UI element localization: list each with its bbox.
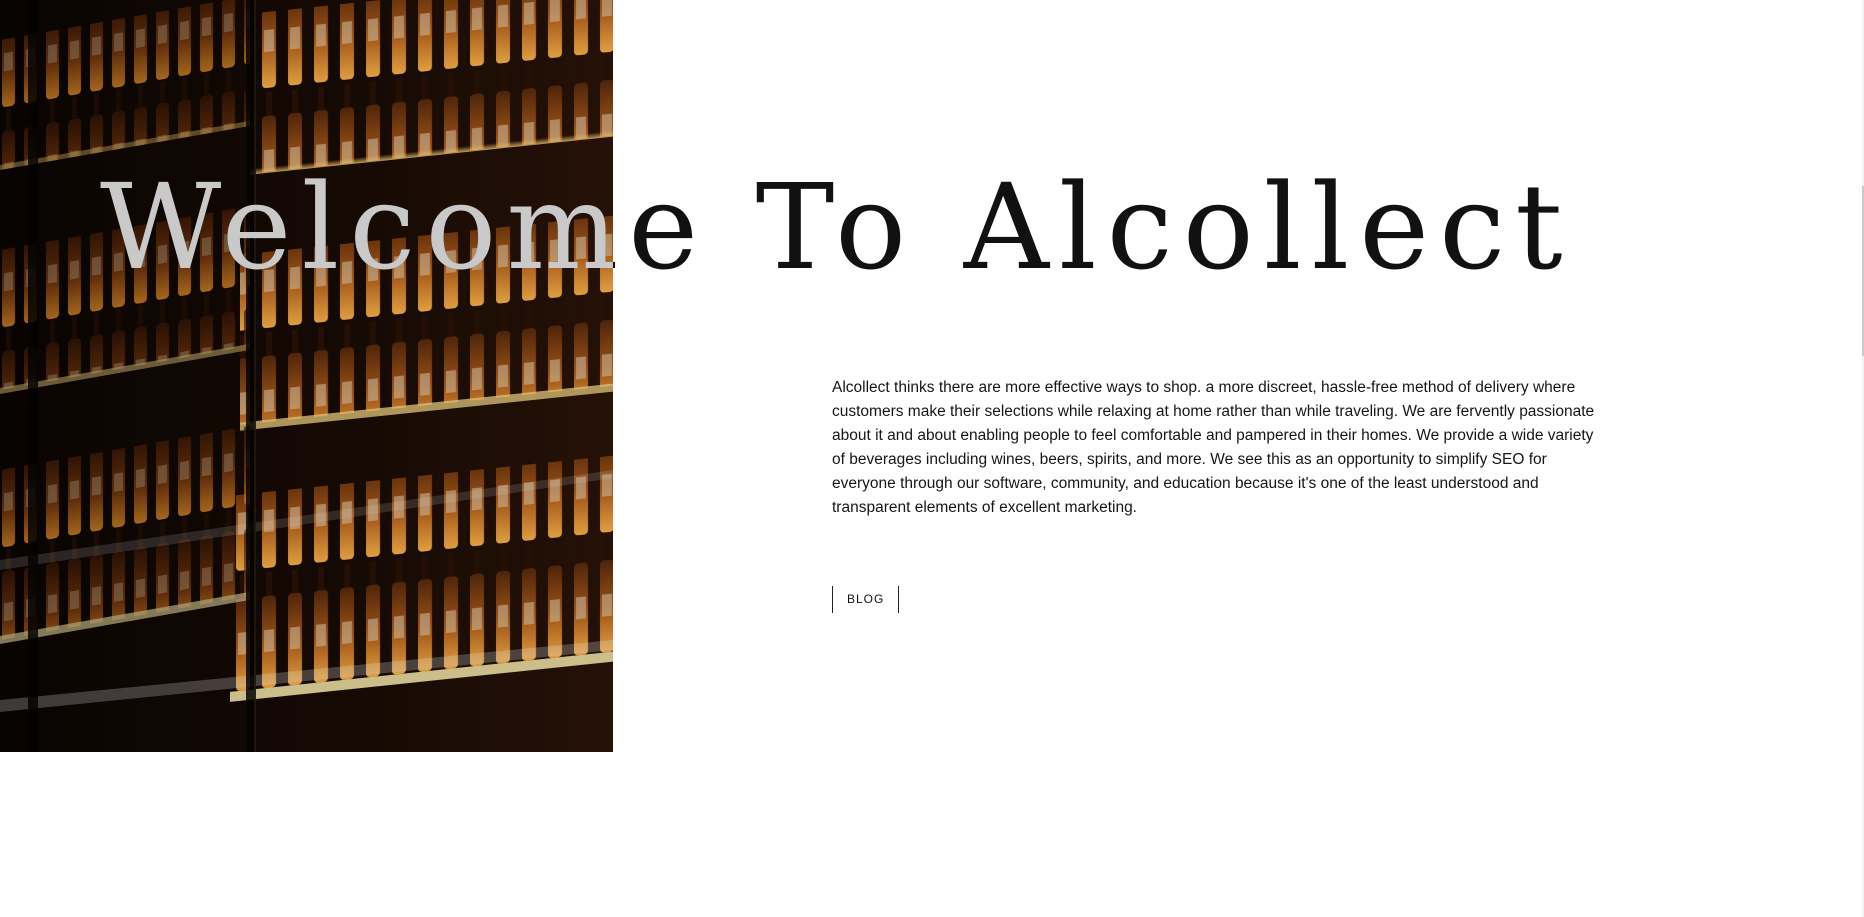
blog-button[interactable]: BLOG <box>832 586 900 613</box>
liquor-bottle-shelves-image <box>0 0 613 752</box>
intro-paragraph: Alcollect thinks there are more effectiv… <box>832 379 1595 516</box>
page: Welcome To Alcollect Welcome To Alcollec… <box>0 0 1864 917</box>
page-title: Welcome To Alcollect <box>100 158 1573 296</box>
hero-image <box>0 0 613 752</box>
